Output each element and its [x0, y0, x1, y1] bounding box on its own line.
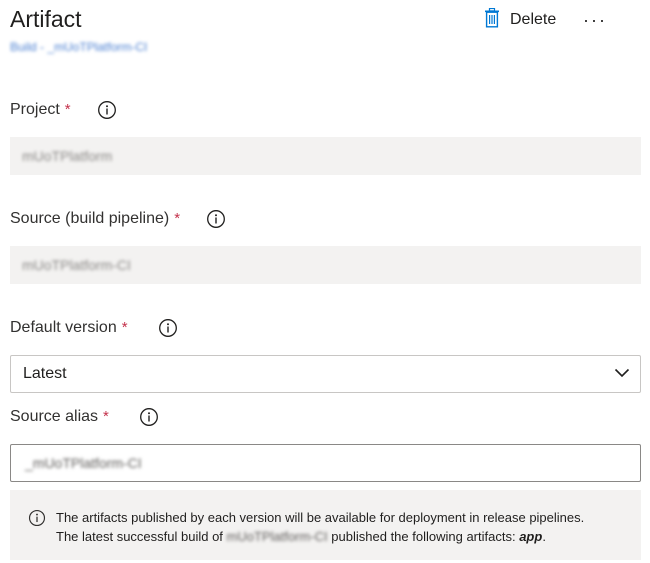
source-alias-label-row: Source alias *	[10, 406, 159, 428]
default-version-label: Default version	[10, 319, 117, 336]
artifact-name: app	[519, 529, 543, 544]
chevron-down-icon	[614, 365, 630, 383]
info-circle-icon[interactable]	[158, 318, 178, 338]
default-version-value: Latest	[23, 365, 67, 382]
source-alias-value: _mUoTPlatform-CI	[25, 455, 142, 471]
project-label: Project	[10, 101, 60, 118]
info-circle-icon[interactable]	[139, 407, 159, 427]
info-message-bar: The artifacts published by each version …	[10, 490, 641, 560]
build-name: mUoTPlatform-CI	[226, 529, 328, 544]
page-title: Artifact	[10, 6, 82, 32]
source-label: Source (build pipeline)	[10, 210, 170, 227]
info-line-2-prefix: The latest successful build of	[56, 529, 223, 544]
trash-icon	[484, 7, 500, 33]
info-line-2: The latest successful build of mUoTPlatf…	[56, 527, 584, 546]
source-value: mUoTPlatform-CI	[22, 257, 131, 273]
more-options-button[interactable]: ···	[578, 6, 612, 34]
project-label-row: Project *	[10, 99, 117, 121]
required-marker: *	[64, 101, 71, 118]
info-line-1: The artifacts published by each version …	[56, 510, 585, 525]
source-alias-label: Source alias	[10, 408, 99, 425]
project-input: mUoTPlatform	[10, 137, 641, 175]
source-label-row: Source (build pipeline) *	[10, 208, 226, 230]
info-circle-icon	[28, 508, 46, 560]
info-message-text: The artifacts published by each version …	[56, 508, 584, 560]
info-line-2-suffix: published the following artifacts:	[331, 529, 516, 544]
project-value: mUoTPlatform	[22, 148, 113, 164]
delete-label: Delete	[510, 11, 557, 28]
required-marker: *	[121, 319, 128, 336]
source-alias-input[interactable]: _mUoTPlatform-CI	[10, 444, 641, 482]
source-input: mUoTPlatform-CI	[10, 246, 641, 284]
info-circle-icon[interactable]	[206, 209, 226, 229]
period: .	[542, 529, 546, 544]
breadcrumb-link[interactable]: Build - _mUoTPlatform-CI	[10, 40, 147, 54]
info-circle-icon[interactable]	[97, 100, 117, 120]
default-version-label-row: Default version *	[10, 317, 178, 339]
default-version-dropdown[interactable]: Latest	[10, 355, 641, 393]
required-marker: *	[103, 408, 109, 425]
delete-button[interactable]: Delete	[484, 6, 556, 34]
required-marker: *	[174, 210, 181, 227]
